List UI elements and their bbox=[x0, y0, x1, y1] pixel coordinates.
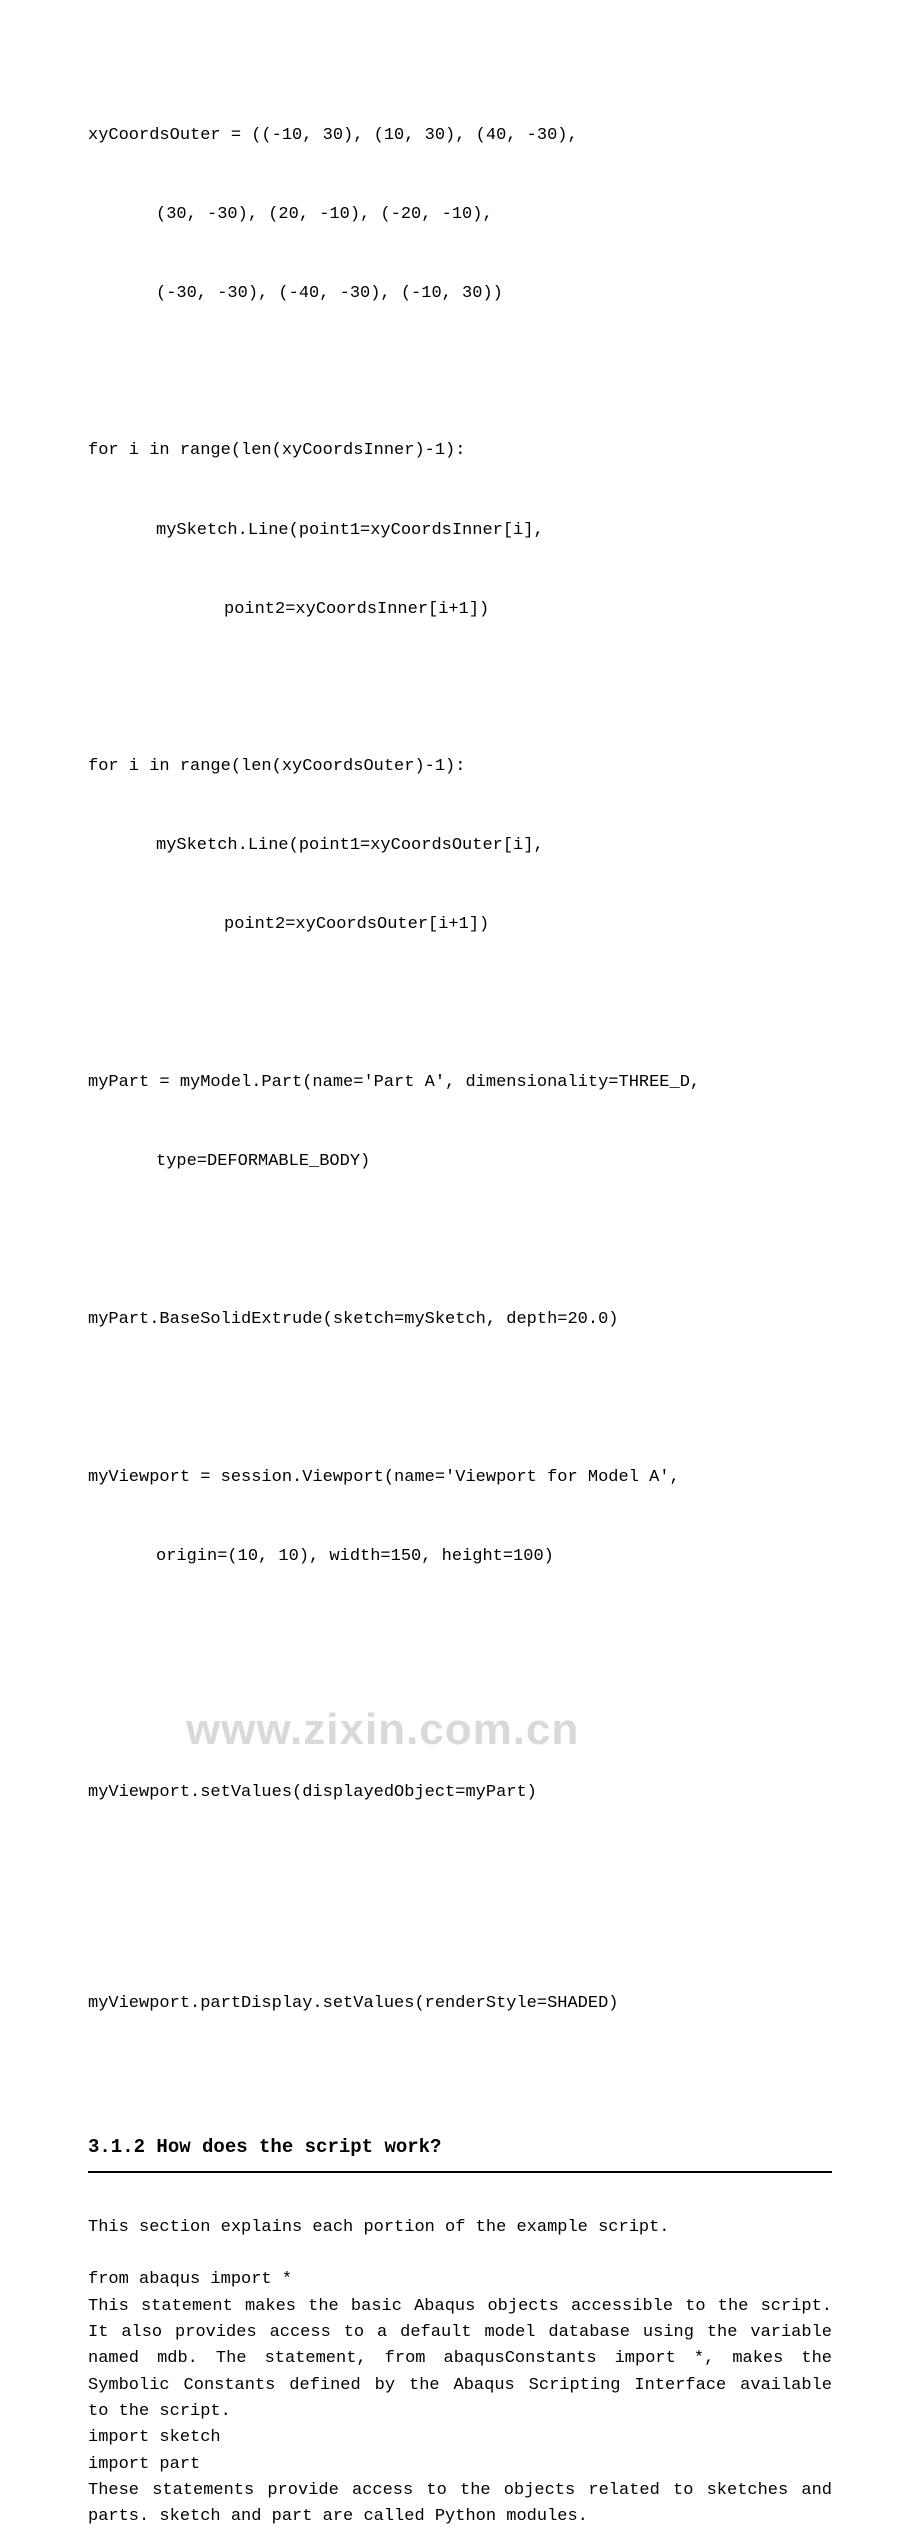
code-block: xyCoordsOuter = ((-10, 30), (10, 30), (4… bbox=[88, 70, 832, 2043]
body-code-line: from abaqus import * bbox=[88, 2267, 832, 2293]
code-line: myViewport = session.Viewport(name='View… bbox=[88, 1465, 832, 1491]
code-line: mySketch.Line(point1=xyCoordsInner[i], bbox=[88, 518, 832, 544]
body-code-line: import sketch bbox=[88, 2425, 832, 2451]
body-paragraph: This statement makes the basic Abaqus ob… bbox=[88, 2294, 832, 2426]
code-line: (-30, -30), (-40, -30), (-10, 30)) bbox=[88, 281, 832, 307]
body-paragraph: This section explains each portion of th… bbox=[88, 2215, 832, 2241]
code-line: myPart.BaseSolidExtrude(sketch=mySketch,… bbox=[88, 1307, 832, 1333]
code-line: point2=xyCoordsInner[i+1]) bbox=[88, 597, 832, 623]
code-line: origin=(10, 10), width=150, height=100) bbox=[88, 1544, 832, 1570]
code-line: myViewport.partDisplay.setValues(renderS… bbox=[88, 1991, 832, 2017]
code-line: type=DEFORMABLE_BODY) bbox=[88, 1149, 832, 1175]
code-line: point2=xyCoordsOuter[i+1]) bbox=[88, 912, 832, 938]
code-line: xyCoordsOuter = ((-10, 30), (10, 30), (4… bbox=[88, 123, 832, 149]
body-paragraph: These statements provide access to the o… bbox=[88, 2478, 832, 2531]
body-code-line: import part bbox=[88, 2452, 832, 2478]
code-line: (30, -30), (20, -10), (-20, -10), bbox=[88, 202, 832, 228]
code-line: for i in range(len(xyCoordsOuter)-1): bbox=[88, 754, 832, 780]
watermark-text: www.zixin.com.cn bbox=[186, 1696, 579, 1764]
section-heading: 3.1.2 How does the script work? bbox=[88, 2133, 832, 2162]
section-divider bbox=[88, 2171, 832, 2173]
code-line: myViewport.setValues(displayedObject=myP… bbox=[88, 1780, 832, 1806]
code-line: mySketch.Line(point1=xyCoordsOuter[i], bbox=[88, 833, 832, 859]
code-line: myPart = myModel.Part(name='Part A', dim… bbox=[88, 1070, 832, 1096]
code-line: for i in range(len(xyCoordsInner)-1): bbox=[88, 438, 832, 464]
